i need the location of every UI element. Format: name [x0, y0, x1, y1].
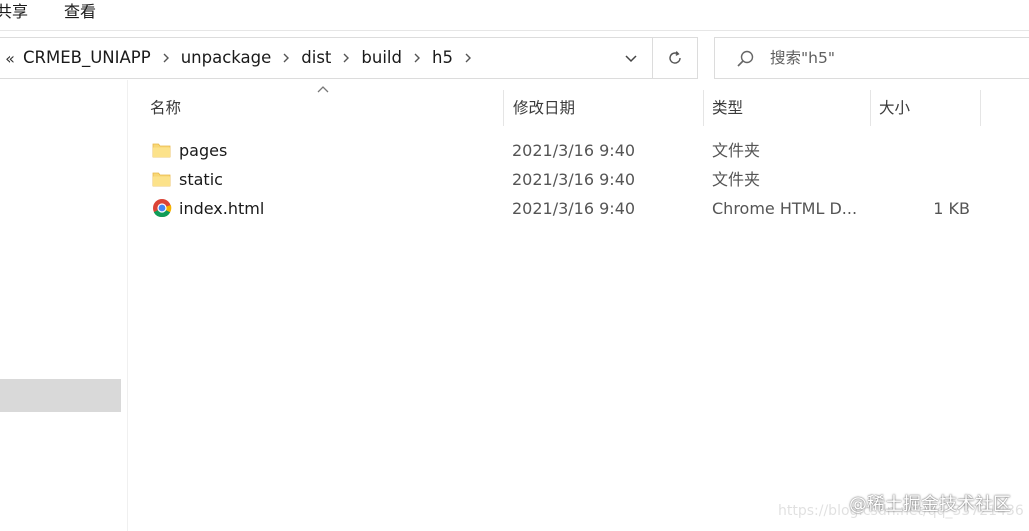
navigation-pane[interactable]	[0, 80, 121, 531]
file-date: 2021/3/16 9:40	[512, 199, 636, 218]
file-row-pages[interactable]: pages 2021/3/16 9:40 文件夹	[148, 136, 988, 165]
address-bar[interactable]: « CRMEB_UNIAPP unpackage dist build h5	[0, 37, 653, 79]
column-divider[interactable]	[703, 90, 704, 126]
column-header-date[interactable]: 修改日期	[513, 88, 575, 128]
file-row-index-html[interactable]: index.html 2021/3/16 9:40 Chrome HTML D.…	[148, 194, 988, 223]
chevron-down-icon	[625, 54, 637, 62]
chevron-right-icon[interactable]	[275, 52, 297, 64]
file-type: 文件夹	[712, 141, 761, 160]
file-name: pages	[179, 141, 228, 160]
ribbon-tab-view[interactable]: 查看	[64, 2, 96, 22]
refresh-icon	[669, 51, 681, 64]
watermark-brand: @稀土掘金技术社区	[849, 494, 1011, 515]
file-explorer-window: 共享 查看 « CRMEB_UNIAPP unpackage dist buil…	[0, 0, 1029, 531]
breadcrumb-overflow-button[interactable]: «	[1, 49, 19, 68]
file-date: 2021/3/16 9:40	[512, 170, 636, 189]
column-header-row: 名称 修改日期 类型 大小	[128, 86, 1029, 128]
breadcrumb-item-build[interactable]: build	[357, 38, 406, 78]
file-name: index.html	[179, 199, 265, 218]
column-header-size[interactable]: 大小	[879, 88, 910, 128]
file-name: static	[179, 170, 223, 189]
file-type: Chrome HTML D...	[712, 199, 858, 218]
column-divider[interactable]	[870, 90, 871, 126]
column-header-type[interactable]: 类型	[712, 88, 743, 128]
ribbon-bar: 共享 查看	[0, 0, 1029, 31]
folder-icon	[152, 143, 171, 158]
breadcrumb-item-unpackage[interactable]: unpackage	[177, 38, 276, 78]
folder-icon	[152, 172, 171, 187]
ribbon-tab-share[interactable]: 共享	[0, 2, 28, 22]
nav-item-selected[interactable]	[0, 379, 121, 412]
file-size	[848, 136, 970, 165]
chevron-right-icon[interactable]	[457, 52, 479, 64]
file-date: 2021/3/16 9:40	[512, 141, 636, 160]
column-divider[interactable]	[503, 90, 504, 126]
search-icon	[737, 50, 754, 67]
breadcrumb: « CRMEB_UNIAPP unpackage dist build h5	[0, 38, 479, 78]
search-input[interactable]: 搜索"h5"	[714, 37, 1029, 79]
column-header-name[interactable]: 名称	[150, 88, 181, 128]
file-size	[848, 165, 970, 194]
breadcrumb-item-h5[interactable]: h5	[428, 38, 457, 78]
chevron-right-icon[interactable]	[406, 52, 428, 64]
file-row-static[interactable]: static 2021/3/16 9:40 文件夹	[148, 165, 988, 194]
file-size: 1 KB	[933, 199, 970, 218]
chevron-right-icon[interactable]	[155, 52, 177, 64]
search-placeholder: 搜索"h5"	[770, 49, 835, 67]
file-type: 文件夹	[712, 170, 761, 189]
sort-ascending-icon	[317, 86, 329, 93]
chrome-icon	[153, 199, 172, 218]
breadcrumb-item-crmeb-uniapp[interactable]: CRMEB_UNIAPP	[19, 38, 155, 78]
address-history-dropdown[interactable]	[611, 38, 651, 78]
column-divider[interactable]	[980, 90, 981, 126]
chevron-right-icon[interactable]	[335, 52, 357, 64]
breadcrumb-item-dist[interactable]: dist	[297, 38, 335, 78]
refresh-button[interactable]	[653, 37, 698, 79]
pane-divider[interactable]	[127, 80, 128, 531]
